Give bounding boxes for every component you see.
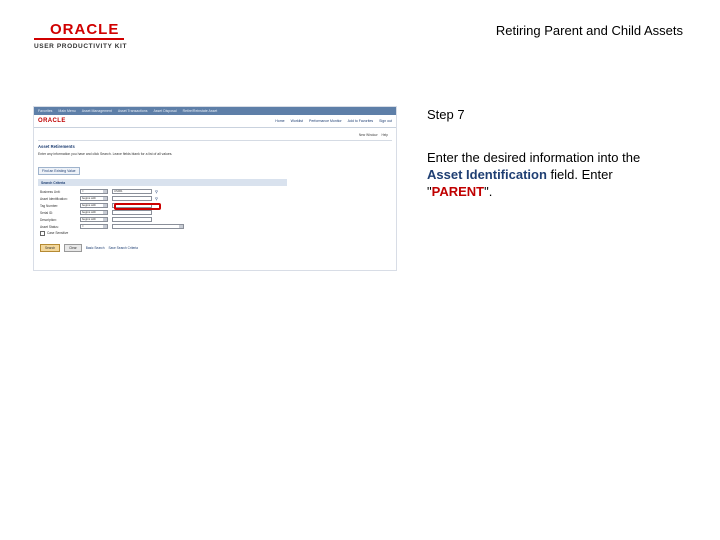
row-label: Business Unit: — [40, 189, 61, 194]
case-sensitive-label: Case Sensitive — [47, 231, 69, 235]
criteria-row-business-unit: Business Unit: = US001 ⚲ — [40, 188, 396, 195]
app-header: ORACLE Home Worklist Performance Monitor… — [34, 115, 396, 128]
nav-item[interactable]: Asset Management — [82, 109, 112, 113]
highlight-box — [114, 203, 161, 210]
row-label: Asset Status: — [40, 224, 59, 229]
save-search-criteria-link[interactable]: Save Search Criteria — [109, 246, 138, 250]
nav-item[interactable]: Asset Transactions — [118, 109, 148, 113]
document-title: Retiring Parent and Child Assets — [495, 23, 683, 38]
case-sensitive-option[interactable]: Case Sensitive — [40, 230, 396, 236]
page-tools: New Window Help — [34, 131, 396, 138]
serial-id-input[interactable] — [112, 210, 152, 215]
operator-select[interactable]: = — [80, 189, 108, 194]
logo-brand: ORACLE — [50, 21, 120, 38]
search-criteria-header[interactable]: Search Criteria — [38, 179, 287, 186]
description-input[interactable] — [112, 217, 152, 222]
tab-find-existing-value[interactable]: Find an Existing Value — [38, 167, 80, 175]
business-unit-input[interactable]: US001 — [112, 189, 152, 194]
criteria-row-asset-status: Asset Status: = — [40, 223, 396, 230]
operator-select[interactable]: begins with — [80, 196, 108, 201]
search-button[interactable]: Search — [40, 244, 61, 252]
criteria-row-tag-number: Tag Number: begins with — [40, 202, 396, 209]
instruction-text: Enter the desired information into the — [427, 150, 641, 165]
field-name: Asset Identification — [427, 167, 547, 182]
nav-item[interactable]: Retire/Reinstate Asset — [183, 109, 218, 113]
asset-status-select[interactable] — [112, 224, 184, 229]
nav-item[interactable]: Favorites — [38, 109, 52, 113]
operator-select[interactable]: = — [80, 224, 108, 229]
search-criteria-label: Search Criteria — [41, 180, 66, 185]
operator-select[interactable]: begins with — [80, 203, 108, 208]
row-label: Asset Identification: — [40, 196, 68, 201]
help-link[interactable]: Help — [381, 133, 388, 137]
clear-button[interactable]: Clear — [64, 244, 82, 252]
home-link[interactable]: Home — [275, 119, 284, 123]
nav-item[interactable]: Asset Disposal — [153, 109, 176, 113]
add-favorites-link[interactable]: Add to Favorites — [348, 119, 373, 123]
application-screenshot: Favorites Main Menu Asset Management Ass… — [33, 106, 397, 271]
header-links: Home Worklist Performance Monitor Add to… — [275, 119, 392, 123]
operator-select[interactable]: begins with — [80, 217, 108, 222]
row-label: Serial ID: — [40, 210, 54, 215]
oracle-upk-logo: ORACLE USER PRODUCTIVITY KIT — [34, 22, 134, 50]
lookup-icon[interactable]: ⚲ — [155, 196, 158, 201]
logo-product: USER PRODUCTIVITY KIT — [34, 43, 128, 50]
performance-monitor-link[interactable]: Performance Monitor — [309, 119, 342, 123]
lookup-icon[interactable]: ⚲ — [155, 189, 158, 194]
page-title: Asset Retirements — [38, 144, 75, 149]
divider — [38, 140, 392, 141]
case-sensitive-checkbox[interactable] — [40, 230, 45, 236]
row-label: Tag Number: — [40, 203, 59, 208]
sign-out-link[interactable]: Sign out — [379, 119, 392, 123]
criteria-row-serial-id: Serial ID: begins with — [40, 209, 396, 216]
operator-select[interactable]: begins with — [80, 210, 108, 215]
basic-search-link[interactable]: Basic Search — [86, 246, 105, 250]
app-logo: ORACLE — [38, 118, 66, 124]
criteria-row-description: Description: begins with — [40, 216, 396, 223]
row-label: Description: — [40, 217, 57, 222]
step-number: Step 7 — [427, 107, 465, 122]
search-actions: Search Clear Basic Search Save Search Cr… — [40, 244, 390, 252]
asset-identification-input[interactable] — [112, 196, 152, 201]
nav-item[interactable]: Main Menu — [58, 109, 75, 113]
search-instructions: Enter any information you have and click… — [38, 152, 173, 156]
instruction-text: ". — [484, 184, 493, 199]
new-window-link[interactable]: New Window — [359, 133, 378, 137]
worklist-link[interactable]: Worklist — [291, 119, 303, 123]
step-instructions: Enter the desired information into the A… — [427, 149, 667, 200]
entry-value: PARENT — [431, 184, 485, 199]
criteria-row-asset-identification: Asset Identification: begins with ⚲ — [40, 195, 396, 202]
logo-rule — [34, 38, 124, 40]
nav-breadcrumb-bar: Favorites Main Menu Asset Management Ass… — [34, 107, 396, 115]
